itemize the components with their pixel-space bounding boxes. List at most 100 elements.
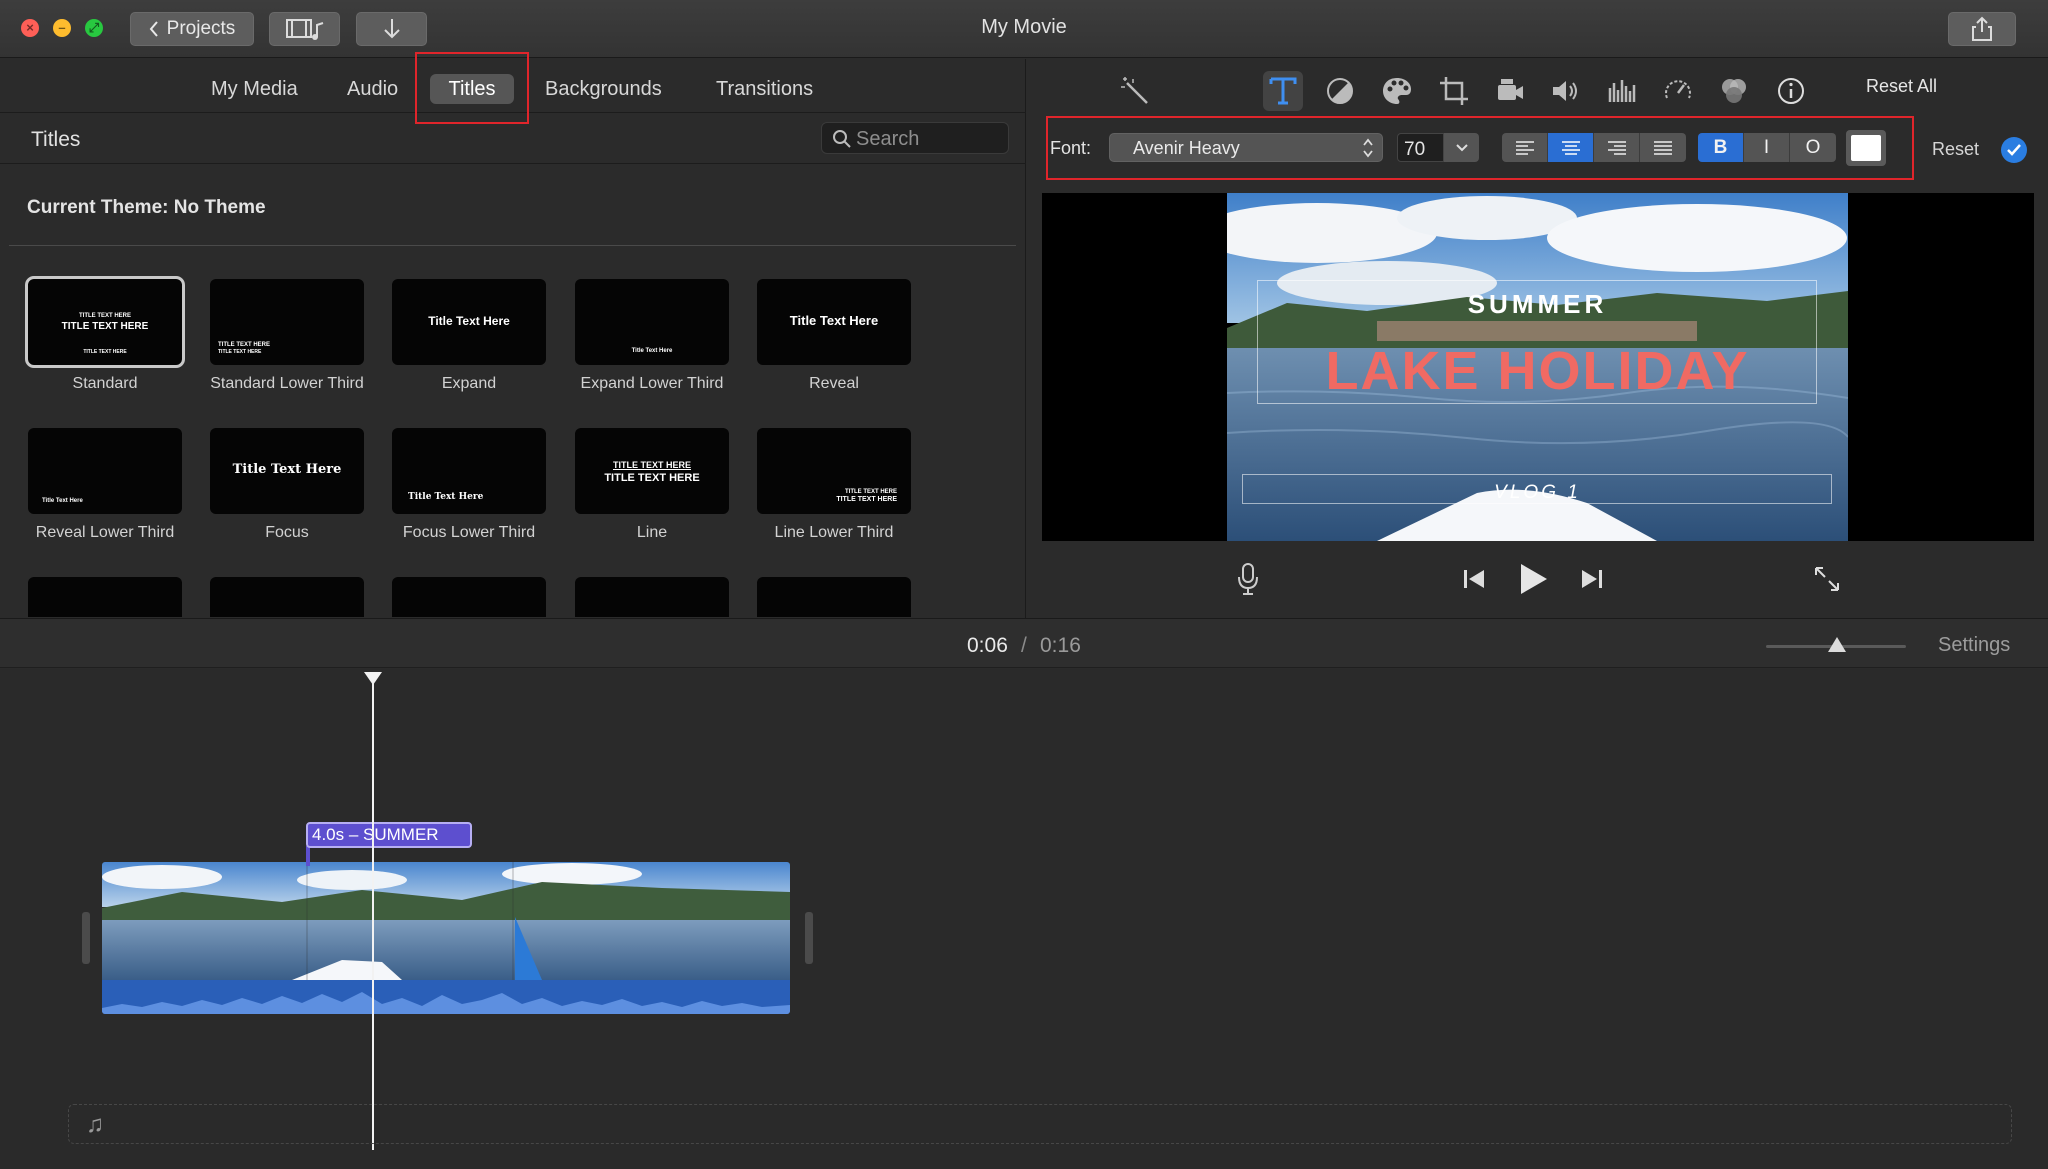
title-tile-label: Standard Lower Third — [210, 375, 364, 392]
skip-forward-button[interactable] — [1578, 565, 1606, 593]
title-tile-focus[interactable]: Title Text Here Focus — [210, 428, 364, 542]
thumb-text: TITLE TEXT HERE — [218, 342, 271, 348]
title-tile-line[interactable]: TITLE TEXT HERE TITLE TEXT HERE Line — [575, 428, 729, 542]
tab-my-media[interactable]: My Media — [199, 74, 310, 104]
title-line-2[interactable]: LAKE HOLIDAY — [1227, 340, 1848, 402]
title-text-button[interactable] — [1263, 71, 1303, 111]
title-thumbnail: TITLE TEXT HERE TITLE TEXT HERE — [210, 279, 364, 365]
tab-transitions[interactable]: Transitions — [704, 74, 825, 104]
microphone-icon — [1238, 563, 1258, 595]
apply-checkmark-button[interactable] — [2001, 137, 2027, 163]
tab-audio[interactable]: Audio — [335, 74, 410, 104]
color-correction-button[interactable] — [1377, 71, 1417, 111]
title-thumbnail: TITLE TEXT HERE TITLE TEXT HERE — [575, 428, 729, 514]
italic-button[interactable]: I — [1744, 133, 1790, 162]
title-tile-reveal[interactable]: Title Text Here Reveal — [757, 279, 911, 393]
speed-button[interactable] — [1658, 71, 1698, 111]
play-button[interactable] — [1516, 559, 1552, 599]
justify-button[interactable] — [1640, 133, 1686, 162]
crop-icon — [1440, 77, 1468, 105]
align-left-button[interactable] — [1502, 133, 1548, 162]
title-tile-standard[interactable]: TITLE TEXT HERE TITLE TEXT HERE TITLE TE… — [25, 276, 185, 393]
divider — [9, 245, 1016, 246]
clip-right-handle[interactable] — [805, 912, 813, 964]
background-music-well[interactable] — [68, 1104, 2012, 1144]
tab-titles[interactable]: Titles — [430, 74, 514, 104]
video-preview[interactable]: SUMMER LAKE HOLIDAY VLOG 1 — [1227, 193, 1848, 541]
title-thumbnail: Title Text Here — [28, 428, 182, 514]
voiceover-button[interactable] — [1234, 561, 1262, 597]
title-tile-expand[interactable]: Title Text Here Expand — [392, 279, 546, 393]
timecode-separator: / — [1021, 634, 1027, 657]
window-title: My Movie — [981, 16, 1067, 38]
title-clip[interactable]: 4.0s – SUMMER — [306, 822, 472, 848]
share-icon — [1972, 16, 1992, 41]
crop-button[interactable] — [1434, 71, 1474, 111]
title-line-3[interactable]: VLOG 1 — [1227, 482, 1848, 504]
playhead[interactable] — [372, 672, 374, 1150]
stabilization-button[interactable] — [1490, 71, 1530, 111]
title-tile-partial[interactable] — [28, 577, 182, 617]
title-tile-label: Reveal — [809, 375, 859, 392]
title-tile-partial[interactable] — [575, 577, 729, 617]
reset-button[interactable]: Reset — [1932, 139, 1979, 160]
skip-back-button[interactable] — [1460, 565, 1488, 593]
title-tile-line-lower-third[interactable]: TITLE TEXT HERE TITLE TEXT HERE Line Low… — [757, 428, 911, 542]
search-field[interactable] — [821, 122, 1009, 154]
tab-backgrounds[interactable]: Backgrounds — [533, 74, 674, 104]
magic-wand-button[interactable] — [1115, 71, 1155, 111]
title-thumbnail: Title Text Here — [392, 428, 546, 514]
title-tile-label: Focus — [265, 524, 309, 541]
title-thumbnail — [392, 577, 546, 617]
color-balance-icon — [1327, 78, 1353, 104]
thumb-text: Title Text Here — [631, 348, 673, 354]
thumb-text: TITLE TEXT HERE — [78, 313, 131, 319]
title-tile-focus-lower-third[interactable]: Title Text Here Focus Lower Third — [392, 428, 546, 542]
text-color-well[interactable] — [1846, 130, 1886, 166]
info-button[interactable] — [1771, 71, 1811, 111]
equalizer-button[interactable] — [1602, 71, 1642, 111]
font-select[interactable]: Avenir Heavy — [1109, 133, 1383, 162]
volume-button[interactable] — [1546, 71, 1586, 111]
fullscreen-button[interactable] — [1812, 564, 1842, 594]
title-tile-standard-lower-third[interactable]: TITLE TEXT HERE TITLE TEXT HERE Standard… — [210, 279, 364, 393]
checkmark-icon — [2007, 144, 2021, 156]
title-tile-partial[interactable] — [210, 577, 364, 617]
palette-icon — [1383, 78, 1411, 104]
title-tile-partial[interactable] — [757, 577, 911, 617]
title-tile-partial[interactable] — [392, 577, 546, 617]
filter-button[interactable] — [1714, 71, 1754, 111]
title-clip-connector — [306, 846, 310, 866]
reset-all-button[interactable]: Reset All — [1866, 76, 1937, 97]
search-icon — [833, 130, 851, 148]
clip-filmstrip-image — [102, 862, 790, 980]
title-thumbnail — [757, 577, 911, 617]
title-thumbnail: Title Text Here — [210, 428, 364, 514]
share-button[interactable] — [1948, 12, 2016, 46]
color-balance-button[interactable] — [1320, 71, 1360, 111]
title-tile-reveal-lower-third[interactable]: Title Text Here Reveal Lower Third — [28, 428, 182, 542]
align-center-button[interactable] — [1548, 133, 1594, 162]
font-size-dropdown[interactable] — [1444, 133, 1479, 162]
playhead-marker[interactable] — [364, 672, 382, 685]
title-line-1[interactable]: SUMMER — [1227, 289, 1848, 320]
skip-forward-icon — [1582, 570, 1602, 588]
skip-back-icon — [1464, 570, 1484, 588]
outline-label: O — [1805, 136, 1821, 158]
title-tile-expand-lower-third[interactable]: Title Text Here Expand Lower Third — [575, 279, 729, 393]
browser-tabs: My Media Audio Titles Backgrounds Transi… — [0, 59, 1026, 113]
media-browser: My Media Audio Titles Backgrounds Transi… — [0, 59, 1026, 618]
title-tile-label: Expand — [441, 375, 497, 392]
search-input[interactable] — [856, 126, 1001, 152]
font-size-field[interactable]: 70 — [1397, 133, 1444, 162]
zoom-slider-knob[interactable] — [1828, 637, 1846, 652]
zoom-slider[interactable] — [1766, 637, 1906, 652]
music-note-icon: ♫ — [86, 1111, 104, 1138]
outline-button[interactable]: O — [1790, 133, 1836, 162]
clip-left-handle[interactable] — [82, 912, 90, 964]
video-clip[interactable] — [102, 862, 790, 1014]
align-left-icon — [1515, 140, 1534, 155]
bold-button[interactable]: B — [1698, 133, 1744, 162]
align-right-button[interactable] — [1594, 133, 1640, 162]
timeline-settings-button[interactable]: Settings — [1938, 634, 2010, 657]
